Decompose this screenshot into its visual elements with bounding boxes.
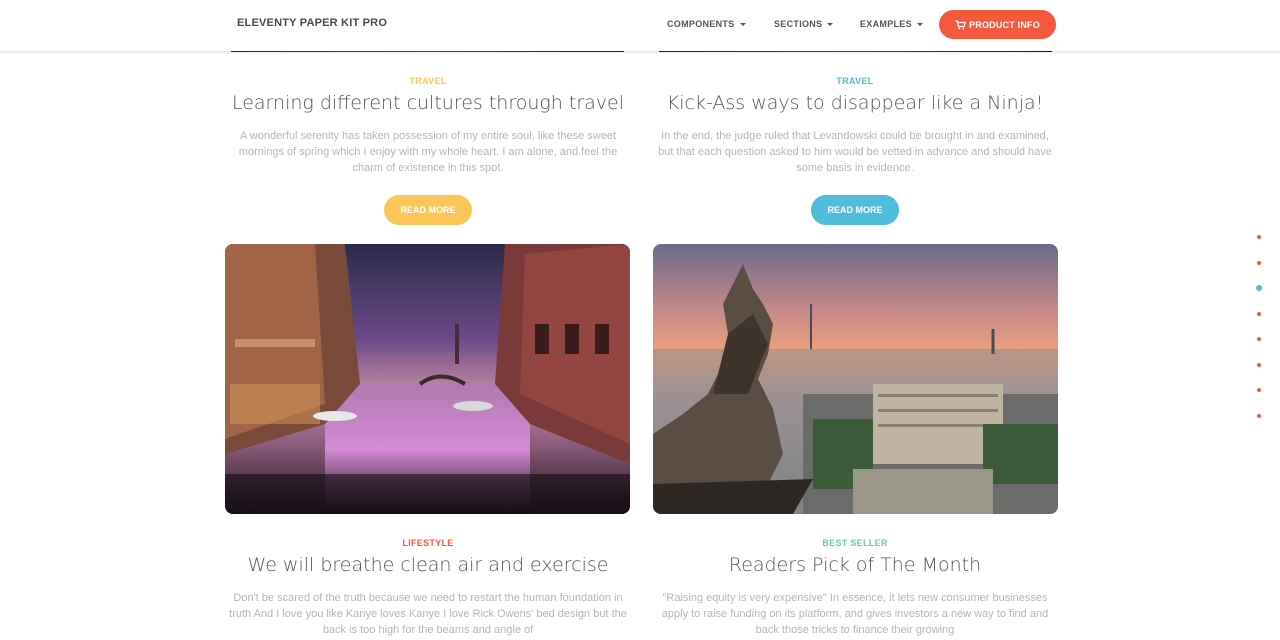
card-category: LIFESTYLE [402,538,454,548]
card-title[interactable]: Readers Pick of The Month [645,554,1065,576]
card-category: TRAVEL [409,76,447,86]
side-nav-dot[interactable] [1257,261,1261,265]
brand-link[interactable]: ELEVENTY PAPER KIT PRO [237,17,387,29]
nav-components[interactable]: COMPONENTS [667,19,746,29]
nav-components-label: COMPONENTS [667,19,735,29]
side-nav-dot[interactable] [1257,312,1261,316]
paris-gargoyle-image[interactable] [653,244,1058,514]
navbar: ELEVENTY PAPER KIT PRO COMPONENTS SECTIO… [0,0,1280,51]
card-title[interactable]: Learning different cultures through trav… [218,92,638,114]
product-info-label: PRODUCT INFO [969,19,1040,30]
card-title[interactable]: We will breathe clean air and exercise [218,554,638,576]
caret-down-icon [739,23,746,27]
caret-down-icon [916,23,923,27]
caret-down-icon [827,23,834,27]
card-title[interactable]: Kick-Ass ways to disappear like a Ninja! [645,92,1065,114]
side-nav-dot[interactable] [1257,337,1261,341]
side-nav-dot-active[interactable] [1256,285,1262,291]
venice-canal-image[interactable] [225,244,630,514]
read-more-button[interactable]: READ MORE [811,195,899,225]
side-nav-dot[interactable] [1257,363,1261,367]
read-more-button[interactable]: READ MORE [384,195,472,225]
card-description: Don't be scared of the truth because we … [229,592,627,636]
card-description: "Raising equity is very expensive" In es… [661,592,1049,636]
nav-sections-label: SECTIONS [774,19,823,29]
side-nav-dot[interactable] [1257,388,1261,392]
product-info-button[interactable]: PRODUCT INFO [939,10,1056,39]
card-category: TRAVEL [836,76,874,86]
side-nav-dot[interactable] [1257,414,1261,418]
nav-sections[interactable]: SECTIONS [774,19,834,29]
side-nav-dot[interactable] [1257,235,1261,239]
card-description: A wonderful serenity has taken possessio… [238,130,618,174]
nav-examples[interactable]: EXAMPLES [860,19,923,29]
shopping-cart-icon [955,19,967,29]
card-category: BEST SELLER [822,538,888,548]
nav-examples-label: EXAMPLES [860,19,912,29]
card-description: In the end, the judge ruled that Levando… [658,130,1052,174]
